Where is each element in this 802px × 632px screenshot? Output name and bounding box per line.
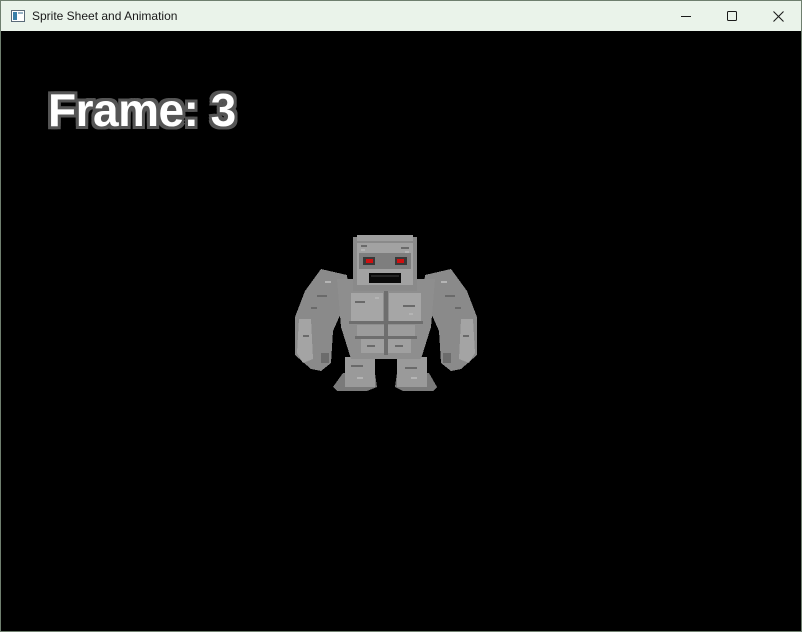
golem-eye-right	[397, 259, 404, 263]
maximize-icon	[727, 11, 737, 21]
close-button[interactable]	[755, 1, 801, 31]
close-icon	[772, 10, 784, 22]
minimize-button[interactable]	[663, 1, 709, 31]
game-canvas[interactable]: Frame: 3	[1, 31, 801, 631]
golem-head	[353, 235, 417, 291]
window-controls	[663, 1, 801, 31]
golem-eye-left	[366, 259, 373, 263]
frame-counter-label: Frame: 3	[48, 84, 236, 136]
maximize-button[interactable]	[709, 1, 755, 31]
app-window: Sprite Sheet and Animation Frame: 3	[0, 0, 802, 632]
minimize-icon	[681, 16, 691, 17]
title-bar[interactable]: Sprite Sheet and Animation	[1, 1, 801, 31]
window-title: Sprite Sheet and Animation	[32, 9, 178, 23]
golem-mouth	[369, 273, 401, 283]
app-window-icon	[10, 8, 26, 24]
stone-golem-sprite	[295, 235, 477, 391]
